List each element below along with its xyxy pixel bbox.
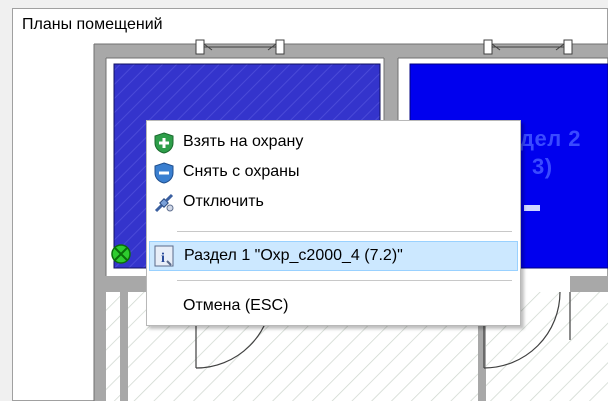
menu-item-label: Снять с охраны — [183, 163, 300, 180]
wall-bottom-right — [570, 276, 608, 292]
shield-plus-icon — [154, 132, 174, 154]
room-2-sublabel: 3) — [532, 154, 553, 179]
disconnect-icon — [154, 193, 174, 213]
zone-status-icon[interactable] — [110, 243, 132, 265]
menu-item-label: Взять на охрану — [183, 133, 304, 150]
menu-separator — [177, 280, 512, 281]
info-icon: i — [154, 245, 174, 267]
menu-item-cancel[interactable]: Отмена (ESC) — [149, 291, 518, 321]
menu-item-partition-info[interactable]: i Раздел 1 "Охр_c2000_4 (7.2)" — [149, 241, 518, 271]
wall-lower-left — [120, 292, 128, 401]
wall-outer-left — [94, 44, 106, 401]
room-2-label: дел 2 — [520, 126, 582, 151]
context-menu: Взять на охрану Снять с охраны Отключить… — [146, 120, 521, 326]
menu-item-label: Отключить — [183, 193, 264, 210]
menu-separator — [177, 231, 512, 232]
wall-top — [94, 44, 608, 58]
menu-item-label: Раздел 1 "Охр_c2000_4 (7.2)" — [184, 247, 403, 264]
room-2-dash — [524, 205, 540, 211]
svg-text:i: i — [161, 251, 165, 266]
menu-item-disarm[interactable]: Снять с охраны — [149, 157, 518, 187]
menu-item-arm[interactable]: Взять на охрану — [149, 127, 518, 157]
menu-item-label: Отмена (ESC) — [183, 297, 289, 314]
shield-minus-icon — [154, 162, 174, 184]
menu-item-disconnect[interactable]: Отключить — [149, 187, 518, 217]
